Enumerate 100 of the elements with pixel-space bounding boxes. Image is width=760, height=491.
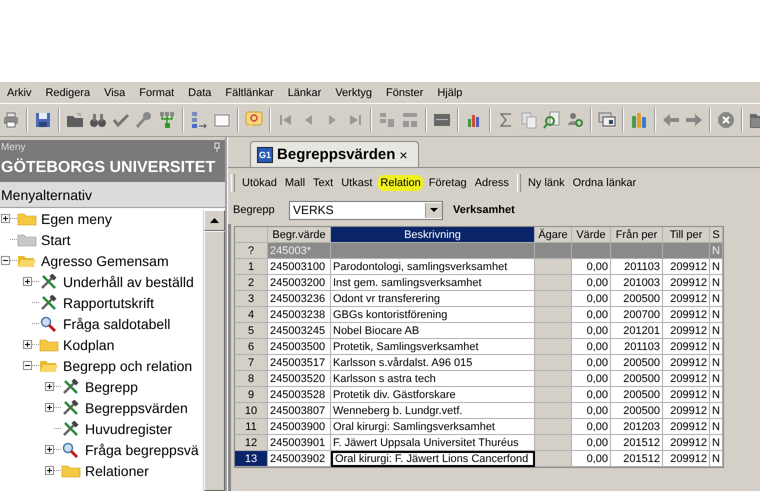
table-cell: N — [710, 307, 723, 323]
pin-icon[interactable] — [213, 142, 221, 152]
row-header[interactable]: 1 — [235, 259, 268, 275]
filter-cell[interactable] — [663, 243, 710, 259]
menu-item[interactable]: Redigera — [45, 86, 90, 98]
concept-name: Verksamhet — [453, 204, 515, 216]
folder-icon[interactable] — [65, 110, 85, 130]
close-button[interactable]: × — [399, 146, 408, 162]
column-header[interactable]: Ägare — [535, 227, 572, 243]
row-header[interactable]: 4 — [235, 307, 268, 323]
row-header[interactable]: 9 — [235, 387, 268, 403]
toolbar-link[interactable]: Relation — [378, 175, 423, 191]
search-person-icon[interactable] — [565, 110, 585, 130]
menu-item[interactable]: Verktyg — [335, 86, 372, 98]
tree-item[interactable]: Agresso Gemensam — [41, 252, 169, 268]
table-cell: 0,00 — [572, 259, 611, 275]
merge-rows-icon[interactable] — [400, 110, 420, 130]
column-header[interactable]: Värde — [572, 227, 611, 243]
scrollbar-thumb[interactable] — [204, 231, 225, 491]
key-icon[interactable] — [134, 110, 154, 130]
table-cell — [535, 275, 572, 291]
toolbar-link[interactable]: Utkast — [339, 175, 374, 191]
tree-item[interactable]: Relationer — [85, 462, 149, 478]
column-header[interactable]: Från per — [611, 227, 663, 243]
toolbar-link[interactable]: Text — [311, 175, 336, 191]
toolbar-link[interactable]: Ny länk — [526, 175, 567, 191]
tree-item[interactable]: Underhåll av beställd — [63, 274, 194, 290]
table-cell: 245003900 — [268, 419, 331, 435]
row-header[interactable]: 10 — [235, 403, 268, 419]
toolbar-link[interactable]: Adress — [472, 175, 511, 191]
menu-item[interactable]: Format — [139, 86, 174, 98]
expand-icon[interactable] — [23, 340, 32, 349]
table-cell: 245003245 — [268, 323, 331, 339]
menu-item[interactable]: Fältlänkar — [225, 86, 274, 98]
expand-icon[interactable] — [45, 445, 54, 454]
filter-cell[interactable] — [611, 243, 663, 259]
column-header[interactable]: S — [710, 227, 723, 243]
row-header[interactable]: 6 — [235, 339, 268, 355]
tree-item[interactable]: Huvudregister — [85, 420, 172, 436]
collapse-icon[interactable] — [23, 361, 32, 370]
table-cell: 245003902 — [268, 451, 331, 467]
tools-icon — [61, 400, 81, 416]
expand-icon[interactable] — [23, 277, 32, 286]
table-cell: 200500 — [611, 403, 663, 419]
tree-item[interactable]: Begreppsvärden — [85, 400, 188, 416]
filter-cell[interactable] — [331, 243, 535, 259]
collapse-icon[interactable] — [1, 256, 10, 265]
tree-item[interactable]: Begrepp — [85, 378, 138, 394]
tree-arrow-icon[interactable] — [189, 110, 209, 130]
menu-item[interactable]: Arkiv — [7, 86, 32, 98]
column-header[interactable]: Beskrivning — [331, 227, 535, 243]
filter-cell[interactable] — [535, 243, 572, 259]
row-header[interactable]: 2 — [235, 275, 268, 291]
expand-icon[interactable] — [45, 466, 54, 475]
row-header[interactable]: 13 — [235, 451, 268, 467]
menu-item[interactable]: Hjälp — [437, 86, 462, 98]
menu-item[interactable]: Data — [188, 86, 212, 98]
row-header[interactable]: 7 — [235, 355, 268, 371]
table-cell: 209912 — [663, 435, 710, 451]
row-header[interactable]: 11 — [235, 419, 268, 435]
concept-dropdown[interactable]: VERKS — [289, 200, 443, 220]
row-header[interactable]: 3 — [235, 291, 268, 307]
table-cell — [535, 307, 572, 323]
tree-item[interactable]: Egen meny — [41, 210, 112, 226]
menu-item[interactable]: Länkar — [288, 86, 322, 98]
expand-icon[interactable] — [45, 403, 54, 412]
search-document-icon[interactable] — [542, 110, 562, 130]
row-header[interactable]: 8 — [235, 371, 268, 387]
scroll-up-button[interactable] — [204, 210, 225, 231]
toolbar-link[interactable]: Företag — [426, 175, 469, 191]
toolbar-link[interactable]: Mall — [282, 175, 308, 191]
toolbar-link[interactable]: Ordna länkar — [570, 175, 638, 191]
menu-item[interactable]: Visa — [104, 86, 126, 98]
tree-item[interactable]: Fråga begreppsvä — [85, 442, 199, 458]
tree-item[interactable]: Kodplan — [63, 336, 114, 352]
stop-icon[interactable] — [716, 110, 736, 130]
table-cell: 201512 — [611, 451, 663, 467]
menu-item[interactable]: Fönster — [386, 86, 424, 98]
network-icon[interactable] — [157, 110, 177, 130]
tree-item[interactable]: Fråga saldotabell — [63, 316, 170, 332]
copy-icon[interactable] — [519, 110, 539, 130]
column-header[interactable]: Till per — [663, 227, 710, 243]
filter-cell[interactable] — [572, 243, 611, 259]
tree-item[interactable]: Begrepp och relation — [63, 358, 192, 374]
save-icon[interactable] — [33, 110, 53, 130]
tree-item[interactable]: Start — [41, 232, 71, 248]
document-tab[interactable]: G1 Begreppsvärden × — [250, 141, 419, 167]
organization-title: GÖTEBORGS UNIVERSITET — [1, 159, 216, 177]
split-rows-icon[interactable] — [377, 110, 397, 130]
help-note-icon[interactable] — [244, 110, 264, 130]
toolbar-link[interactable]: Utökad — [240, 175, 279, 191]
tree-item[interactable]: Rapportutskrift — [63, 294, 154, 310]
column-header[interactable]: Begr.värde — [268, 227, 331, 243]
row-header[interactable]: 12 — [235, 435, 268, 451]
table-cell: 209912 — [663, 259, 710, 275]
bottles-icon[interactable] — [629, 110, 649, 130]
printer-icon[interactable] — [1, 110, 21, 130]
expand-icon[interactable] — [1, 214, 10, 223]
row-header[interactable]: 5 — [235, 323, 268, 339]
expand-icon[interactable] — [45, 382, 54, 391]
